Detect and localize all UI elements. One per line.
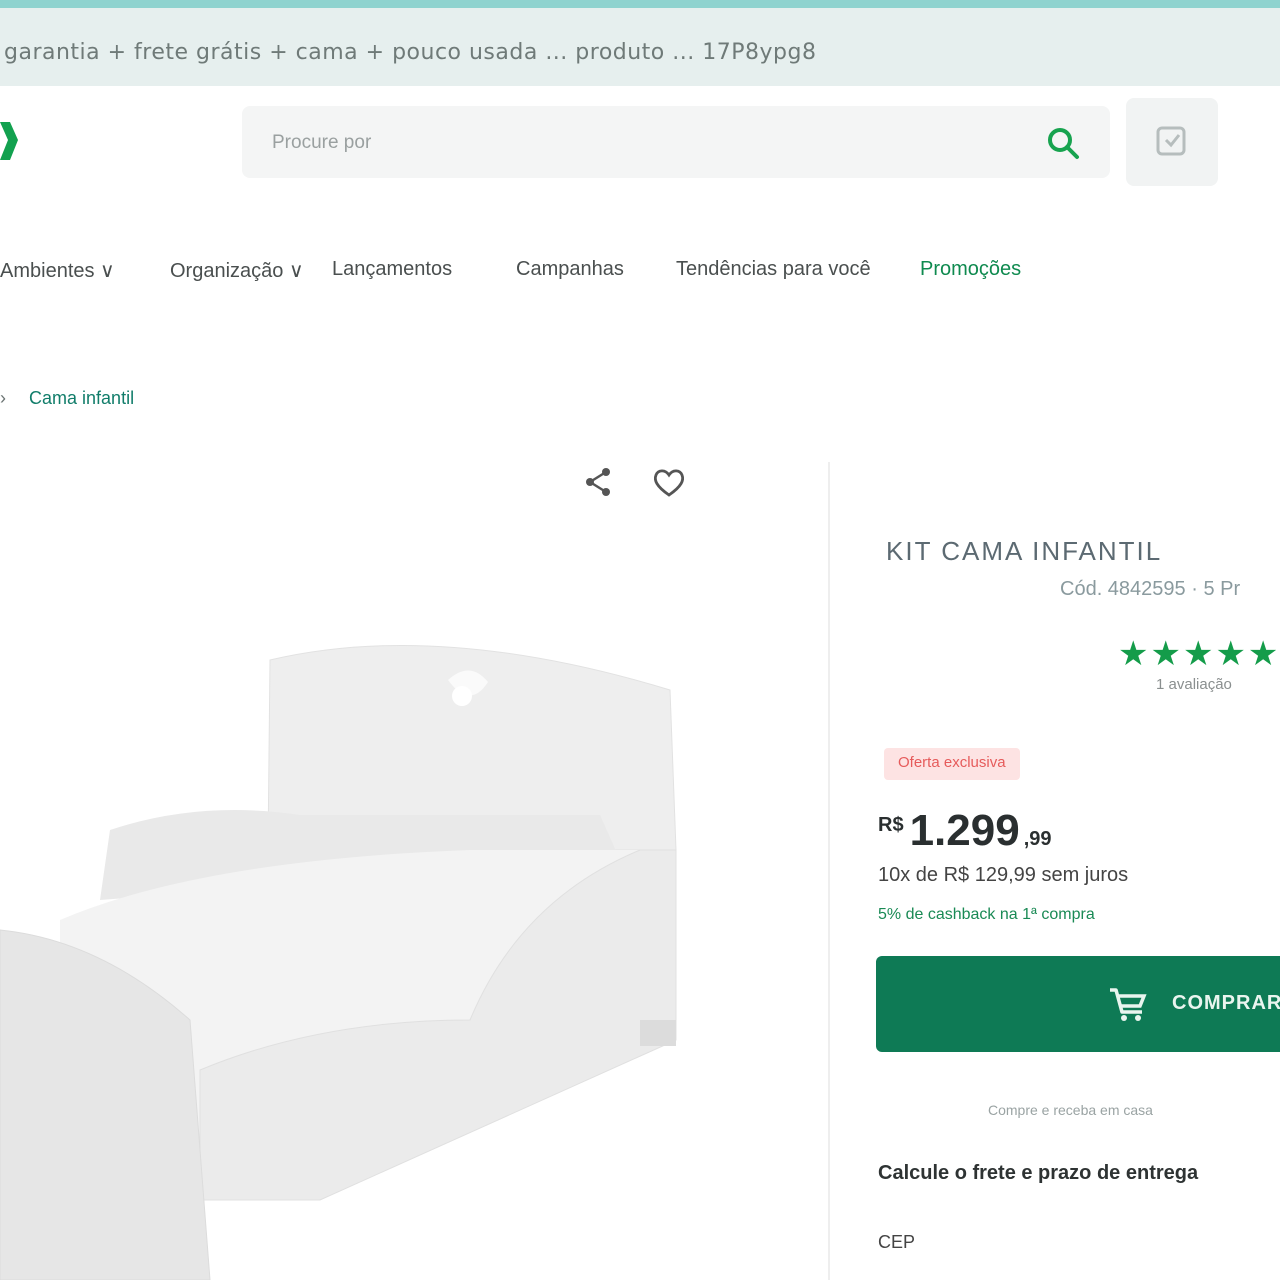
price-currency: R$ bbox=[878, 814, 904, 836]
nav-item-ambientes[interactable]: Ambientes ∨ bbox=[0, 258, 115, 283]
nav-item-lancamentos[interactable]: Lançamentos bbox=[332, 258, 452, 281]
nav-item-promocoes[interactable]: Promoções bbox=[920, 258, 1021, 281]
installments-text: 10x de R$ 129,99 sem juros bbox=[878, 864, 1129, 886]
offer-badge: Oferta exclusiva bbox=[884, 748, 1020, 780]
column-divider bbox=[828, 462, 830, 1280]
nav-item-campanhas[interactable]: Campanhas bbox=[516, 258, 624, 281]
cart-icon bbox=[1156, 126, 1186, 156]
heart-icon[interactable] bbox=[652, 468, 686, 498]
category-nav: Ambientes ∨ Organização ∨ Lançamentos Ca… bbox=[0, 258, 1280, 290]
search-bar[interactable]: Procure por bbox=[242, 106, 1110, 178]
buy-button-label: COMPRAR bbox=[1172, 992, 1280, 1014]
price-decimal: ,99 bbox=[1023, 828, 1052, 850]
cart-button[interactable] bbox=[1126, 98, 1218, 186]
site-logo[interactable] bbox=[0, 118, 18, 164]
search-input[interactable]: Procure por bbox=[272, 132, 371, 154]
price-integer: 1.299 bbox=[909, 806, 1020, 855]
breadcrumb-current[interactable]: Cama infantil bbox=[29, 388, 134, 408]
product-ref: Cód. 4842595 · 5 Pr bbox=[1060, 578, 1241, 600]
cep-label: CEP bbox=[878, 1232, 916, 1252]
search-icon[interactable] bbox=[1044, 124, 1082, 162]
breadcrumb-separator: › bbox=[0, 388, 6, 408]
product-image[interactable] bbox=[0, 600, 720, 1280]
cart-icon bbox=[1108, 984, 1148, 1029]
delivery-title: Calcule o frete e prazo de entrega bbox=[878, 1162, 1199, 1184]
product-price: R$ 1.299,99 bbox=[878, 806, 1052, 856]
url-text[interactable]: garantia + frete grátis + cama + pouco u… bbox=[4, 40, 816, 65]
rating-stars[interactable]: ★★★★★ bbox=[1118, 634, 1280, 674]
shipping-note: Compre e receba em casa bbox=[988, 1102, 1153, 1118]
breadcrumb: › Cama infantil bbox=[0, 388, 134, 409]
browser-url-bar[interactable]: garantia + frete grátis + cama + pouco u… bbox=[0, 0, 1280, 86]
nav-item-organizacao[interactable]: Organização ∨ bbox=[170, 258, 304, 283]
buy-button[interactable]: COMPRAR bbox=[876, 956, 1280, 1052]
cashback-text: 5% de cashback na 1ª compra bbox=[878, 906, 1095, 923]
nav-item-tendencias[interactable]: Tendências para você bbox=[676, 258, 871, 281]
reviews-count[interactable]: 1 avaliação bbox=[1156, 676, 1232, 693]
product-title: KIT CAMA INFANTIL bbox=[886, 536, 1163, 566]
share-icon[interactable] bbox=[582, 466, 614, 498]
